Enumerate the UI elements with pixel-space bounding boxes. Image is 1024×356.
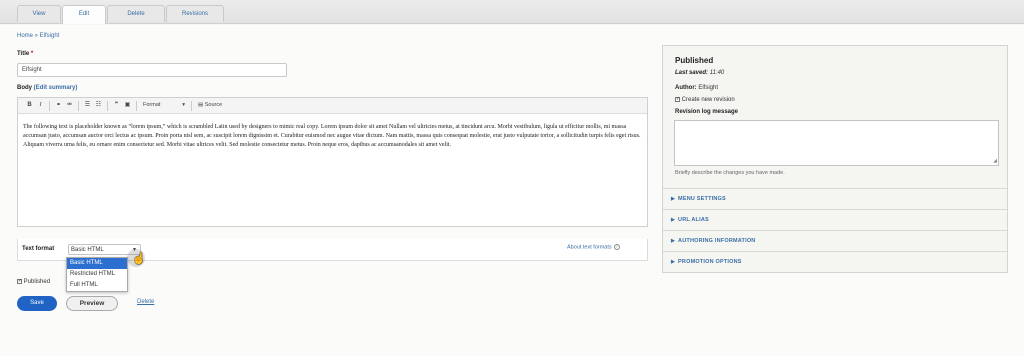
link-icon[interactable]: ⚭ xyxy=(53,100,64,111)
text-format-label: Text format xyxy=(22,246,55,252)
author-label: Author: xyxy=(675,85,697,91)
section-url-alias[interactable]: ▶ URL ALIAS xyxy=(663,209,1007,230)
about-text-formats-label: About text formats xyxy=(567,244,612,251)
revision-log-label-text: Revision log message xyxy=(675,109,739,115)
source-icon: ▤ xyxy=(198,102,204,108)
title-input[interactable]: Elfsight xyxy=(17,63,287,77)
last-saved-label: Last saved: xyxy=(675,70,709,76)
author: Author: Elfsight xyxy=(675,85,718,91)
tabs: View Edit Delete Revisions xyxy=(17,5,225,24)
section-label: AUTHORING INFORMATION xyxy=(678,238,756,244)
toolbar-divider xyxy=(107,100,108,111)
toolbar-divider xyxy=(136,100,137,111)
editor-toolbar: B I ⚭ ⚮ ☰ ☷ ❞ ▣ Format ▾ ▤ Source xyxy=(18,98,647,114)
revision-log-description: Briefly describe the changes you have ma… xyxy=(675,170,785,176)
create-revision-checkbox[interactable]: ✓ Create new revision xyxy=(675,97,735,103)
help-icon: ? xyxy=(613,244,620,250)
italic-icon[interactable]: I xyxy=(35,100,46,111)
section-label: URL ALIAS xyxy=(678,217,709,223)
text-format-selected: Basic HTML xyxy=(71,247,104,253)
unlink-icon[interactable]: ⚮ xyxy=(64,100,75,111)
option-basic-html[interactable]: Basic HTML xyxy=(67,258,127,269)
triangle-right-icon: ▶ xyxy=(671,259,676,265)
checkbox-icon[interactable]: ✓ xyxy=(17,279,22,284)
required-mark: * xyxy=(30,51,34,57)
author-value: Elfsight xyxy=(698,85,719,91)
published-checkbox[interactable]: ✓ Published xyxy=(17,279,50,285)
section-promotion-options[interactable]: ▶ PROMOTION OPTIONS xyxy=(663,251,1007,272)
delete-link[interactable]: Delete xyxy=(137,299,154,305)
blockquote-icon[interactable]: ❞ xyxy=(111,100,122,111)
format-label: Format xyxy=(143,102,161,108)
meta-sidebar: Published Last saved: 11:40 Author: Elfs… xyxy=(662,45,1008,273)
create-revision-label: Create new revision xyxy=(681,97,735,104)
body-label-text: Body xyxy=(17,85,32,91)
bold-icon[interactable]: B xyxy=(24,100,35,111)
preview-button[interactable]: Preview xyxy=(66,296,118,311)
section-menu-settings[interactable]: ▶ MENU SETTINGS xyxy=(663,188,1007,209)
last-saved: Last saved: 11:40 xyxy=(675,70,724,76)
tab-view[interactable]: View xyxy=(17,5,61,22)
status-title: Published xyxy=(675,56,714,65)
breadcrumb[interactable]: Home » Elfsight xyxy=(17,33,59,39)
option-restricted-html[interactable]: Restricted HTML xyxy=(67,269,127,280)
last-saved-value: 11:40 xyxy=(709,70,725,76)
hand-cursor-icon: ☝ xyxy=(132,253,146,265)
edit-summary-link[interactable]: (Edit summary) xyxy=(34,85,78,91)
body-editor[interactable]: B I ⚭ ⚮ ☰ ☷ ❞ ▣ Format ▾ ▤ Source The fo… xyxy=(17,97,648,227)
editor-content[interactable]: The following text is placeholder known … xyxy=(23,123,643,150)
title-label: Title * xyxy=(17,51,33,57)
save-button[interactable]: Save xyxy=(17,296,57,311)
tab-edit[interactable]: Edit xyxy=(62,5,106,24)
format-dropdown[interactable]: Format ▾ xyxy=(140,100,188,111)
resize-handle-icon[interactable]: ◢ xyxy=(993,159,997,164)
body-label: Body (Edit summary) xyxy=(17,85,77,91)
toolbar-divider xyxy=(78,100,79,111)
revision-log-label: Revision log message xyxy=(675,109,738,115)
checkbox-icon[interactable]: ✓ xyxy=(675,97,680,102)
triangle-right-icon: ▶ xyxy=(671,238,676,244)
chevron-down-icon: ▾ xyxy=(182,102,185,108)
source-label: Source xyxy=(204,102,223,108)
section-authoring-information[interactable]: ▶ AUTHORING INFORMATION xyxy=(663,230,1007,251)
tab-bar: View Edit Delete Revisions xyxy=(0,0,1024,24)
tab-delete[interactable]: Delete xyxy=(107,5,165,22)
triangle-right-icon: ▶ xyxy=(671,217,676,223)
toolbar-divider xyxy=(49,100,50,111)
title-label-text: Title xyxy=(17,51,30,57)
option-full-html[interactable]: Full HTML xyxy=(67,280,127,291)
bulleted-list-icon[interactable]: ☰ xyxy=(82,100,93,111)
text-format-dropdown: Basic HTML Restricted HTML Full HTML xyxy=(66,257,128,292)
toolbar-divider xyxy=(191,100,192,111)
revision-log-textarea[interactable]: ◢ xyxy=(674,120,999,166)
published-label: Published xyxy=(23,279,51,286)
triangle-right-icon: ▶ xyxy=(671,196,676,202)
tab-revisions[interactable]: Revisions xyxy=(166,5,224,22)
section-label: PROMOTION OPTIONS xyxy=(678,259,742,265)
numbered-list-icon[interactable]: ☷ xyxy=(93,100,104,111)
image-icon[interactable]: ▣ xyxy=(122,100,133,111)
about-text-formats-link[interactable]: About text formats? xyxy=(567,244,620,250)
source-button[interactable]: ▤ Source xyxy=(195,100,222,111)
section-label: MENU SETTINGS xyxy=(678,196,726,202)
